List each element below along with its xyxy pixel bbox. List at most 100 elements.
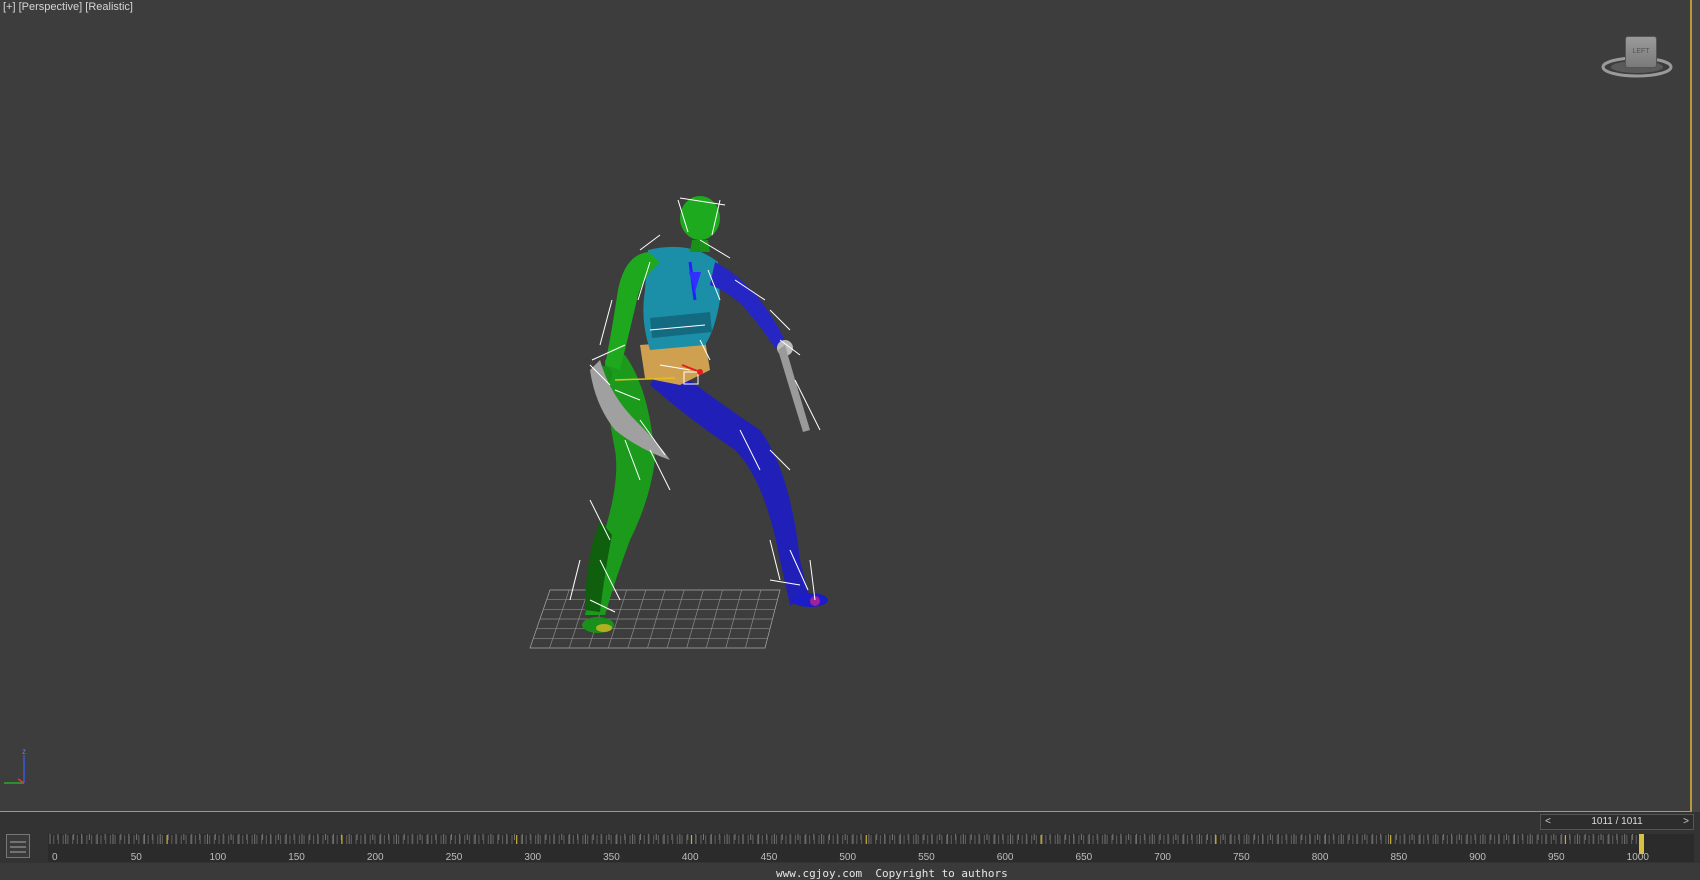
key-marker	[227, 835, 230, 844]
viewcube[interactable]: LEFT	[1595, 30, 1680, 85]
key-marker	[416, 835, 419, 844]
key-marker	[586, 835, 589, 844]
key-marker	[402, 835, 404, 844]
key-marker	[1347, 835, 1349, 844]
key-marker	[1243, 835, 1245, 844]
trackbar-tick-label: 650	[1076, 852, 1093, 862]
key-marker	[974, 835, 976, 844]
key-marker	[775, 835, 778, 844]
key-marker	[152, 835, 154, 844]
key-marker	[412, 835, 414, 844]
key-marker	[993, 835, 995, 844]
key-marker	[62, 835, 64, 844]
current-frame-marker[interactable]	[1639, 834, 1644, 854]
perspective-viewport[interactable]: [+] [Perspective] [Realistic] LEFT z	[0, 0, 1692, 812]
key-marker	[1257, 835, 1259, 844]
key-marker	[1130, 835, 1132, 844]
key-marker	[464, 835, 466, 844]
key-marker	[336, 835, 338, 844]
bone-segment	[569, 559, 581, 601]
key-marker	[1309, 835, 1311, 844]
key-marker	[875, 835, 877, 844]
key-marker	[223, 835, 225, 844]
key-marker	[846, 835, 848, 844]
key-marker	[832, 835, 834, 844]
viewcube-face-left[interactable]: LEFT	[1625, 36, 1657, 68]
key-marker	[53, 835, 55, 844]
key-marker	[709, 835, 711, 844]
key-marker	[771, 835, 773, 844]
key-marker	[516, 835, 518, 844]
trackbar[interactable]: 0 50 100 150 200 250 300 350 400 450 500 550 600 650 7…	[48, 834, 1694, 880]
right-leg	[650, 360, 828, 607]
key-marker	[1489, 835, 1491, 844]
key-marker	[964, 835, 967, 844]
key-marker	[483, 835, 485, 844]
key-marker	[317, 835, 319, 844]
key-marker	[256, 835, 258, 844]
key-marker	[1116, 835, 1118, 844]
curve-editor-toggle-icon[interactable]	[6, 834, 30, 858]
key-marker	[1460, 835, 1463, 844]
key-marker	[100, 835, 102, 844]
key-marker	[180, 835, 182, 844]
key-marker	[157, 835, 159, 844]
key-marker	[327, 835, 329, 844]
key-marker	[1465, 835, 1467, 844]
trackbar-tick-label: 800	[1312, 852, 1329, 862]
key-marker	[728, 835, 730, 844]
key-marker	[1210, 835, 1212, 844]
key-marker	[1408, 835, 1411, 844]
key-marker	[421, 835, 423, 844]
bone-segment	[639, 234, 661, 251]
key-marker	[1097, 835, 1099, 844]
key-marker	[823, 835, 825, 844]
key-marker	[1479, 835, 1482, 844]
key-marker	[686, 835, 688, 844]
key-marker	[634, 835, 636, 844]
key-marker	[1394, 835, 1396, 844]
key-marker	[530, 835, 532, 844]
axis-z-label: z	[22, 747, 26, 756]
key-marker	[1267, 835, 1269, 844]
trackbar-tick-label: 150	[288, 852, 305, 862]
trackbar-tick-label: 600	[997, 852, 1014, 862]
key-marker	[1527, 835, 1529, 844]
key-marker	[1049, 835, 1052, 844]
key-marker	[596, 835, 598, 844]
key-marker	[1286, 835, 1288, 844]
key-marker	[1423, 835, 1425, 844]
key-marker	[147, 835, 149, 844]
key-marker	[1295, 835, 1297, 844]
key-marker	[199, 835, 201, 844]
key-marker	[492, 835, 494, 844]
key-marker	[478, 835, 480, 844]
key-marker	[714, 835, 716, 844]
key-marker	[1068, 835, 1071, 844]
key-marker	[341, 835, 343, 844]
key-marker	[171, 835, 173, 844]
key-marker	[1073, 835, 1075, 844]
key-marker	[1224, 835, 1226, 844]
key-marker	[1550, 835, 1552, 844]
axis-tripod: z	[4, 747, 26, 784]
key-marker	[700, 835, 702, 844]
key-marker	[1253, 835, 1255, 844]
key-marker	[742, 835, 745, 844]
key-marker	[1191, 835, 1193, 844]
key-marker	[1446, 835, 1448, 844]
character-rig-scene	[529, 196, 828, 649]
key-marker	[232, 835, 234, 844]
key-marker	[398, 835, 400, 844]
trackbar-tick-label: 300	[524, 852, 541, 862]
key-marker	[1574, 835, 1576, 844]
time-slider[interactable]: < 1011 / 1011 >	[1540, 814, 1694, 830]
key-marker	[506, 835, 508, 844]
key-marker	[1078, 835, 1080, 844]
time-slider-next-button[interactable]: >	[1679, 815, 1693, 829]
key-marker	[1045, 835, 1047, 844]
key-marker	[1149, 835, 1151, 844]
time-slider-prev-button[interactable]: <	[1541, 815, 1555, 829]
key-marker	[1512, 835, 1515, 844]
key-marker	[109, 835, 112, 844]
